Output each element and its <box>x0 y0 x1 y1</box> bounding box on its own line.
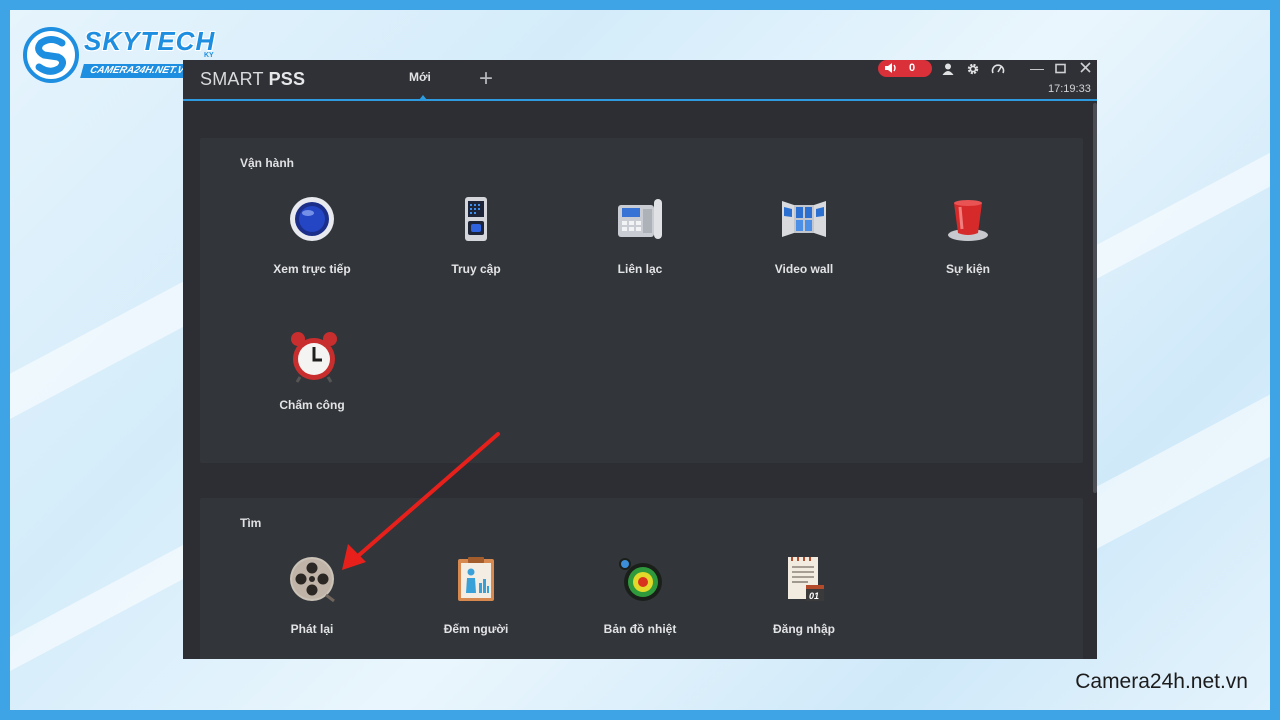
app-title: SMART PSS <box>200 69 305 90</box>
section-title-operations: Vận hành <box>240 156 295 170</box>
tile-label: Bản đồ nhiệt <box>603 622 677 636</box>
user-icon[interactable] <box>941 62 955 76</box>
film-reel-icon <box>288 555 336 603</box>
gauge-icon[interactable] <box>991 62 1005 76</box>
section-search: Tìm Phát lại Đếm người Bản đồ nhiệt 01 Đ… <box>200 498 1083 659</box>
intercom-phone-icon <box>616 195 664 243</box>
main-content: Vận hành Xem trực tiếp Truy cập Liên lạc… <box>183 103 1097 659</box>
tile-login-log[interactable]: 01 Đăng nhập <box>734 555 874 659</box>
tile-live-view[interactable]: Xem trực tiếp <box>242 195 382 305</box>
people-count-icon <box>452 555 500 603</box>
tile-events[interactable]: Sự kiện <box>898 195 1038 305</box>
speaker-icon <box>884 62 898 77</box>
tile-intercom[interactable]: Liên lạc <box>570 195 710 305</box>
alarm-clock-icon <box>288 331 337 383</box>
alarm-light-icon <box>944 195 992 243</box>
tile-label: Xem trực tiếp <box>273 262 351 276</box>
live-view-icon <box>288 195 336 243</box>
maximize-button[interactable] <box>1055 61 1066 77</box>
tile-access[interactable]: Truy cập <box>406 195 546 305</box>
tile-label: Chấm công <box>279 398 345 412</box>
app-title-light: SMART <box>200 69 264 89</box>
close-button[interactable] <box>1080 60 1091 76</box>
access-control-icon <box>452 195 500 243</box>
tile-label: Đếm người <box>443 622 509 636</box>
smart-pss-window: SMART PSS Mới + 0 — 17:19:33 Vận hành Xe… <box>183 60 1097 659</box>
tile-playback[interactable]: Phát lại <box>242 555 382 659</box>
gear-icon[interactable] <box>966 62 980 76</box>
log-document-icon: 01 <box>780 555 828 603</box>
tile-people-count[interactable]: Đếm người <box>406 555 546 659</box>
tile-label: Đăng nhập <box>773 622 835 636</box>
tile-label: Video wall <box>774 262 834 276</box>
minimize-button[interactable]: — <box>1030 60 1044 76</box>
logo-text: SKYTECH <box>84 26 216 56</box>
tile-attendance[interactable]: Chấm công <box>242 331 382 441</box>
heat-map-icon <box>616 555 664 603</box>
alarm-count: 0 <box>909 62 916 74</box>
footer-brand: Camera24h.net.vn <box>1075 670 1248 693</box>
tile-label: Truy cập <box>451 262 501 276</box>
tab-active-indicator <box>419 95 427 100</box>
logo-mark: KY <box>204 52 214 59</box>
tile-heat-map[interactable]: Bản đồ nhiệt <box>570 555 710 659</box>
app-title-bold: PSS <box>268 69 306 89</box>
title-bar: SMART PSS Mới + 0 — 17:19:33 <box>183 60 1097 101</box>
tile-label: Phát lại <box>290 622 334 636</box>
add-tab-button[interactable]: + <box>479 65 493 93</box>
section-title-search: Tìm <box>240 516 262 530</box>
section-operations: Vận hành Xem trực tiếp Truy cập Liên lạc… <box>200 138 1083 463</box>
clock: 17:19:33 <box>1048 83 1091 95</box>
tile-video-wall[interactable]: Video wall <box>734 195 874 305</box>
tab-new[interactable]: Mới <box>409 70 431 84</box>
svg-text:01: 01 <box>809 591 819 601</box>
tile-label: Sự kiện <box>945 262 991 276</box>
video-wall-icon <box>780 195 828 243</box>
tile-label: Liên lạc <box>617 262 663 276</box>
alarm-counter-button[interactable]: 0 <box>878 60 932 77</box>
